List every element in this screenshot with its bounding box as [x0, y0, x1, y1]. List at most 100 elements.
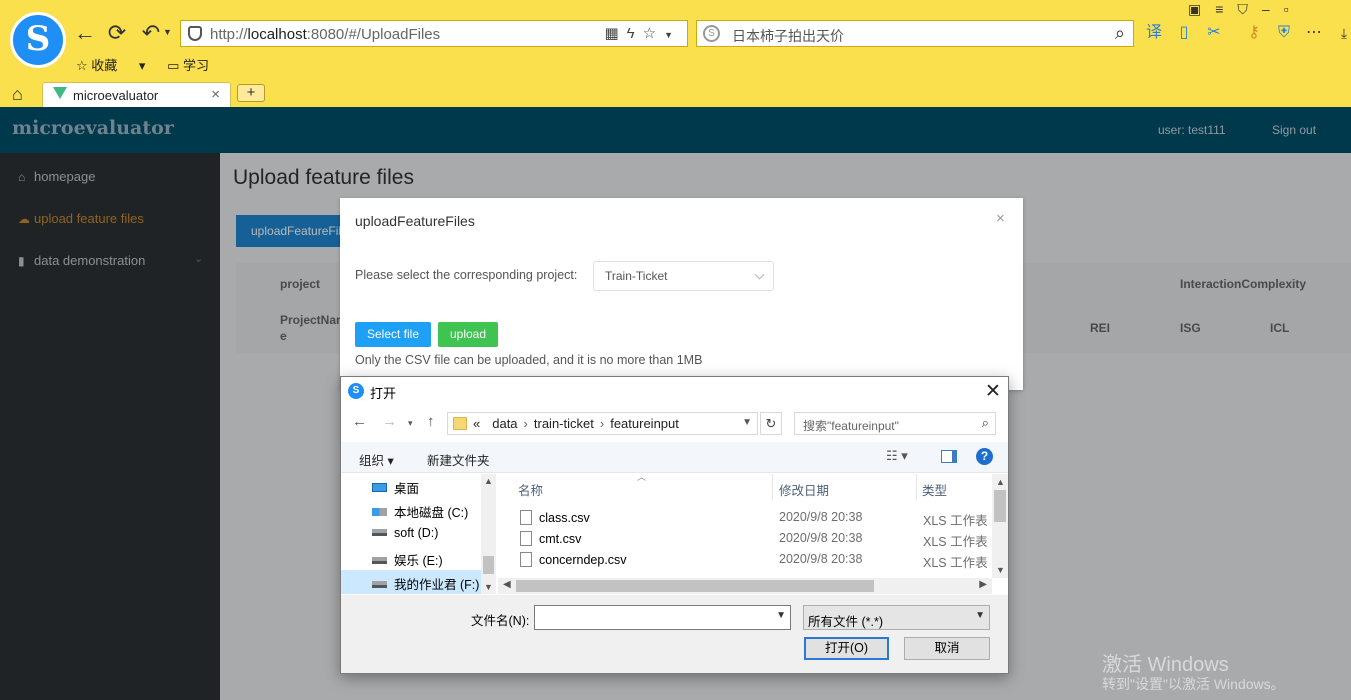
undo-close-icon[interactable]: ↶ [138, 20, 164, 46]
search-placeholder: 搜索"featureinput" [803, 419, 899, 433]
close-tab-icon[interactable]: × [211, 86, 220, 103]
breadcrumb-item[interactable]: data [492, 416, 517, 431]
shield-icon[interactable]: ⛨ [1273, 22, 1295, 44]
search-icon[interactable]: ⌕ [1115, 23, 1125, 44]
recent-dropdown-icon[interactable]: ▾ [408, 418, 413, 429]
chevron-down-icon[interactable]: ▼ [742, 417, 752, 428]
scroll-down-icon[interactable]: ▼ [484, 582, 493, 592]
drive-icon [372, 581, 387, 588]
new-tab-button[interactable]: + [237, 84, 265, 102]
scroll-up-icon[interactable]: ▲ [484, 476, 493, 486]
file-row[interactable]: class.csv [520, 510, 590, 530]
scroll-right-icon[interactable]: ▶ [979, 579, 987, 590]
help-icon[interactable]: ? [976, 448, 993, 465]
bolt-icon[interactable]: ϟ [627, 25, 643, 42]
tree-item-drive-d[interactable]: soft (D:) [372, 526, 438, 546]
search-suggestion: 日本柿子拍出天价 [732, 28, 844, 44]
forward-arrow-icon[interactable]: → [382, 413, 397, 430]
bookmark-study[interactable]: ▭ 学习 [167, 58, 227, 73]
drive-icon [372, 557, 387, 564]
bookmark-favorites[interactable]: ☆ 收藏 ▾ [76, 58, 145, 73]
scroll-down-icon[interactable]: ▼ [996, 565, 1005, 575]
view-options-icon[interactable]: ☷ ▾ [886, 448, 908, 464]
file-list-horizontal-scrollbar[interactable]: ◀ ▶ [498, 578, 992, 594]
more-icon[interactable]: ⋯ [1303, 22, 1325, 44]
browser-logo-icon[interactable]: S [10, 12, 66, 68]
back-icon[interactable]: ← [72, 20, 98, 46]
upload-button[interactable]: upload [438, 322, 498, 347]
filename-input[interactable]: ▼ [534, 605, 791, 630]
new-folder-button[interactable]: 新建文件夹 [427, 450, 490, 469]
up-arrow-icon[interactable]: ↑ [427, 413, 435, 430]
download-icon[interactable]: ⤓ [1333, 22, 1351, 44]
scrollbar-thumb[interactable] [516, 580, 874, 592]
file-list-vertical-scrollbar[interactable]: ▲ ▼ [992, 474, 1008, 578]
reload-icon[interactable]: ⟳ [104, 20, 130, 46]
search-icon: ⌕ [981, 415, 989, 430]
scroll-left-icon[interactable]: ◀ [503, 579, 511, 590]
tree-item-drive-e[interactable]: 娱乐 (E:) [372, 550, 443, 570]
windows-drive-icon [372, 508, 387, 516]
upload-tip: Only the CSV file can be uploaded, and i… [355, 353, 703, 367]
address-bar[interactable]: http://localhost:8080/#/UploadFiles ▦ϟ☆▼ [180, 20, 688, 47]
column-header-name[interactable]: 名称 [518, 480, 543, 499]
tree-item-drive-f[interactable]: 我的作业君 (F:) [372, 574, 479, 594]
breadcrumb-item[interactable]: train-ticket [534, 416, 594, 431]
project-select-value: Train-Ticket [605, 269, 668, 283]
path-breadcrumb[interactable]: «data › train-ticket › featureinput ▼ [447, 412, 758, 435]
chevron-down-icon [754, 269, 765, 280]
translate-icon[interactable]: 译 [1143, 22, 1165, 44]
file-date: 2020/9/8 20:38 [779, 531, 863, 545]
search-engine-icon: S [703, 25, 720, 42]
phone-icon[interactable]: ▯ [1173, 22, 1195, 44]
refresh-icon[interactable]: ↻ [760, 412, 782, 435]
tree-item-drive-c[interactable]: 本地磁盘 (C:) [372, 502, 468, 522]
folder-search-input[interactable]: 搜索"featureinput" ⌕ [794, 412, 996, 435]
scroll-up-icon[interactable]: ▲ [996, 477, 1005, 487]
browser-tab[interactable]: microevaluator × [42, 82, 231, 107]
column-divider[interactable] [772, 474, 773, 500]
dialog-close-icon[interactable]: × [996, 210, 1005, 227]
organize-menu[interactable]: 组织 ▾ [359, 450, 394, 469]
browser-search-box[interactable]: S 日本柿子拍出天价 ⌕ [696, 20, 1134, 47]
file-icon [520, 510, 532, 525]
column-header-type[interactable]: 类型 [922, 480, 947, 499]
scrollbar-thumb[interactable] [483, 556, 494, 574]
column-divider[interactable] [916, 474, 917, 500]
address-dropdown-icon[interactable]: ▼ [664, 30, 681, 40]
scissors-icon[interactable]: ✂ [1203, 22, 1225, 44]
close-icon[interactable]: ✕ [985, 380, 1001, 403]
project-select[interactable]: Train-Ticket [593, 261, 774, 291]
back-arrow-icon[interactable]: ← [352, 413, 367, 430]
file-type: XLS 工作表 [923, 535, 988, 549]
drive-icon [372, 529, 387, 536]
select-file-button[interactable]: Select file [355, 322, 431, 347]
breadcrumb-item[interactable]: featureinput [610, 416, 679, 431]
file-row[interactable]: cmt.csv [520, 531, 581, 551]
undo-dropdown-icon[interactable]: ▼ [163, 27, 172, 37]
star-icon[interactable]: ☆ [643, 25, 664, 42]
file-date: 2020/9/8 20:38 [779, 510, 863, 524]
tree-item-desktop[interactable]: 桌面 [372, 478, 419, 498]
preview-pane-icon[interactable] [941, 450, 957, 463]
file-icon [520, 552, 532, 567]
column-header-date[interactable]: 修改日期 [779, 480, 829, 499]
cancel-button[interactable]: 取消 [904, 637, 990, 660]
url-path: :8080/#/UploadFiles [306, 26, 441, 43]
home-icon[interactable]: ⌂ [12, 84, 23, 105]
file-type: XLS 工作表 [923, 514, 988, 528]
scrollbar-thumb[interactable] [994, 490, 1006, 522]
vue-favicon-icon [53, 87, 67, 99]
open-button[interactable]: 打开(O) [804, 637, 889, 660]
sort-ascending-icon: ︿ [637, 472, 647, 482]
url-host: localhost [247, 26, 307, 43]
chevron-down-icon[interactable]: ▼ [776, 610, 786, 621]
qr-code-icon[interactable]: ▦ [604, 25, 626, 42]
file-type-select[interactable]: 所有文件 (*.*) ▼ [803, 605, 990, 630]
window-controls[interactable]: ▣≡⛉–▫ [1188, 1, 1303, 18]
key-icon[interactable]: ⚷ [1243, 22, 1265, 44]
file-date: 2020/9/8 20:38 [779, 552, 863, 566]
file-row[interactable]: concerndep.csv [520, 552, 627, 572]
file-type-value: 所有文件 (*.*) [808, 615, 884, 629]
tree-scrollbar[interactable]: ▲ ▼ [481, 474, 496, 594]
